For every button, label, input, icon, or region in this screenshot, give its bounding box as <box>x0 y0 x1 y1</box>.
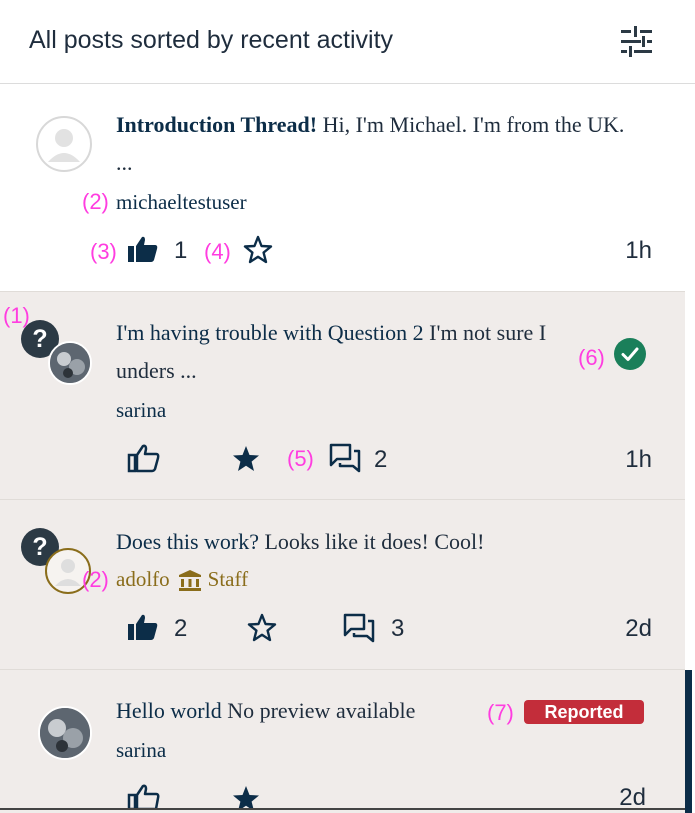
marker-label: (6) <box>578 345 605 370</box>
post-title: I'm having trouble with Question 2 <box>116 320 424 345</box>
posts-header: All posts sorted by recent activity <box>0 0 695 84</box>
post-preview-text: No preview available <box>221 698 416 723</box>
post-author[interactable]: sarina <box>116 398 166 423</box>
marker-label: (5) <box>287 446 314 471</box>
post-preview: I'm having trouble with Question 2 I'm n… <box>116 314 586 390</box>
like-count: 1 <box>174 237 188 264</box>
post-author-line: adolfo Staff <box>116 567 248 592</box>
thumbs-up-filled-icon[interactable] <box>127 612 159 647</box>
sliders-icon[interactable] <box>616 24 656 60</box>
post-time: 1h <box>625 237 652 264</box>
marker-label: (2) <box>82 567 109 592</box>
post-title: Hello world <box>116 698 222 723</box>
post-title: Does this work? <box>116 529 259 554</box>
post-author[interactable]: adolfo <box>116 567 170 592</box>
post-author[interactable]: michaeltestuser <box>116 190 247 215</box>
comments-icon[interactable] <box>342 612 376 649</box>
post-preview: Hello world No preview available <box>116 692 476 730</box>
comments-icon[interactable] <box>328 442 362 479</box>
marker-label: (7) <box>487 700 514 725</box>
thumbs-up-outline-icon[interactable] <box>127 442 161 479</box>
marker-label: (3) <box>90 239 117 264</box>
check-circle-icon <box>614 338 646 370</box>
marker-label: (2) <box>82 189 109 214</box>
divider <box>0 808 685 810</box>
reported-badge: Reported <box>524 700 644 724</box>
selected-indicator <box>685 670 692 813</box>
marker-label: (4) <box>204 239 231 264</box>
comment-count: 2 <box>374 446 388 473</box>
page-title: All posts sorted by recent activity <box>29 26 394 54</box>
avatar <box>36 116 92 172</box>
post-title: Introduction Thread! <box>116 112 318 137</box>
avatar <box>48 341 92 385</box>
star-outline-icon[interactable] <box>247 613 277 648</box>
thumbs-up-filled-icon[interactable] <box>127 234 159 269</box>
post-time: 1h <box>625 446 652 473</box>
post-preview: Does this work? Looks like it does! Cool… <box>116 523 646 561</box>
institution-icon <box>178 569 201 591</box>
avatar <box>38 706 92 760</box>
post-time: 2d <box>625 615 652 642</box>
post-preview-text: Looks like it does! Cool! <box>258 529 485 554</box>
star-outline-icon[interactable] <box>243 235 273 270</box>
post-author[interactable]: sarina <box>116 738 166 763</box>
post-preview: Introduction Thread! Hi, I'm Michael. I'… <box>116 106 646 182</box>
like-count: 2 <box>174 615 188 642</box>
comment-count: 3 <box>391 615 405 642</box>
star-filled-icon[interactable] <box>231 444 261 479</box>
author-role: Staff <box>207 567 249 591</box>
staff-badge: Staff <box>178 567 248 592</box>
